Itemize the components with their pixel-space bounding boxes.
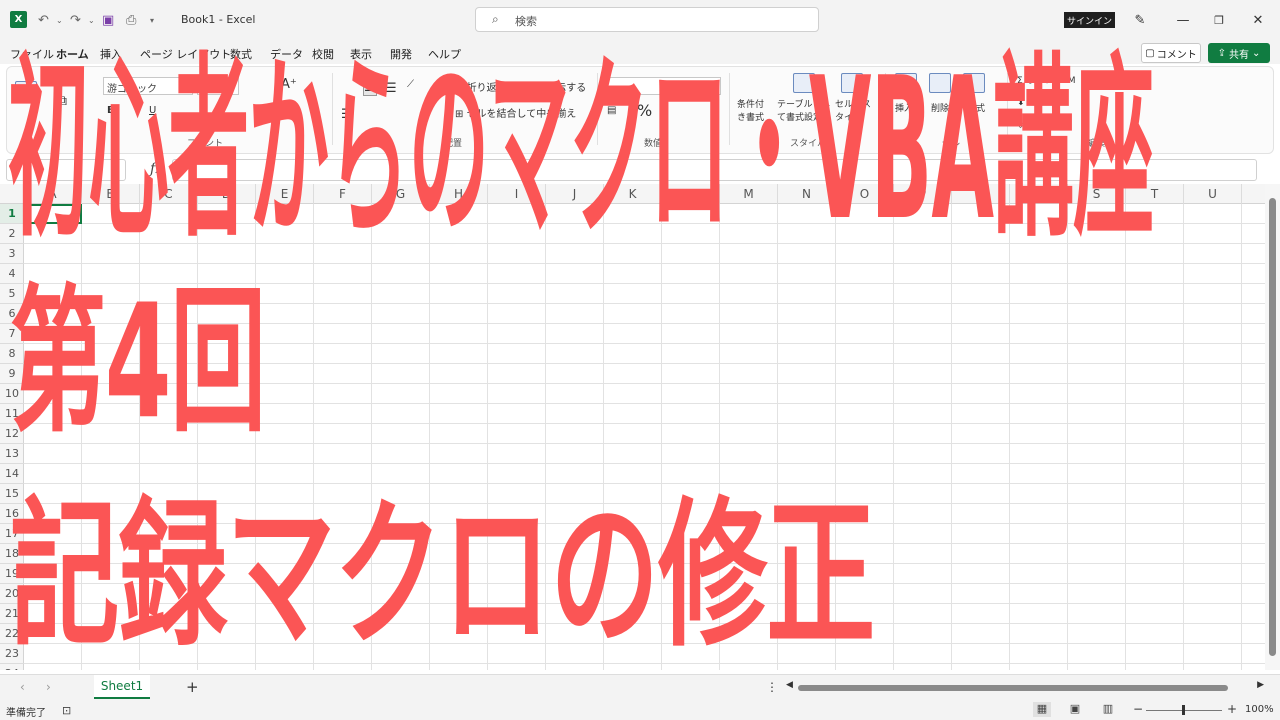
- share-icon: ⇪: [1217, 47, 1226, 59]
- share-dropdown-icon: ⌄: [1252, 47, 1261, 59]
- scroll-right-icon[interactable]: ▶: [1257, 680, 1264, 690]
- close-icon[interactable]: ✕: [1248, 10, 1268, 30]
- overlay-title-line1: 初心者からのマクロ・VBA講座: [8, 35, 1154, 264]
- status-bar: 準備完了 ⊡ ▦ ▣ ▥ − + 100%: [0, 700, 1280, 720]
- redo-icon[interactable]: ↷: [70, 10, 81, 30]
- undo-icon[interactable]: ↶: [38, 10, 49, 30]
- sheet-tab-sheet1[interactable]: Sheet1: [94, 675, 150, 699]
- add-sheet-icon[interactable]: +: [186, 678, 199, 696]
- share-label: 共有: [1229, 49, 1249, 61]
- accessibility-icon[interactable]: ⊡: [62, 704, 71, 717]
- search-placeholder: 検索: [515, 15, 537, 28]
- search-icon: ⌕: [492, 12, 499, 26]
- sheet-next-icon[interactable]: ›: [46, 680, 51, 694]
- customize-qat-icon[interactable]: ▾: [150, 10, 154, 30]
- signin-button[interactable]: サインイン: [1064, 12, 1115, 28]
- excel-logo-icon: X: [10, 11, 27, 28]
- title-bar: X ↶ ⌄ ↷ ⌄ ▣ ⎙ ▾ Book1 - Excel ⌕ 検索 サインイン…: [0, 0, 1280, 40]
- scroll-left-icon[interactable]: ◀: [786, 680, 793, 690]
- save-icon[interactable]: ▣: [102, 10, 114, 30]
- page-break-view-icon[interactable]: ▥: [1099, 702, 1117, 717]
- pen-icon[interactable]: ✎: [1130, 10, 1150, 30]
- sheet-prev-icon[interactable]: ‹: [20, 680, 25, 694]
- row-header-14[interactable]: 14: [0, 464, 24, 484]
- horizontal-scroll-thumb[interactable]: [798, 685, 1228, 691]
- column-header-u[interactable]: U: [1184, 184, 1242, 204]
- excel-window: X ↶ ⌄ ↷ ⌄ ▣ ⎙ ▾ Book1 - Excel ⌕ 検索 サインイン…: [0, 0, 1280, 720]
- vertical-scroll-thumb[interactable]: [1269, 198, 1276, 656]
- minimize-icon[interactable]: —: [1173, 10, 1193, 30]
- zoom-level[interactable]: 100%: [1245, 704, 1274, 715]
- print-preview-icon[interactable]: ⎙: [126, 10, 136, 30]
- horizontal-scrollbar[interactable]: ◀ ▶: [786, 680, 1264, 694]
- sheet-tab-bar: ‹ › Sheet1 + ⋮ ◀ ▶: [0, 674, 1280, 700]
- share-button[interactable]: ⇪ 共有 ⌄: [1208, 43, 1270, 63]
- restore-icon[interactable]: ❐: [1209, 10, 1229, 30]
- redo-dropdown-icon[interactable]: ⌄: [88, 10, 95, 30]
- normal-view-icon[interactable]: ▦: [1033, 702, 1051, 717]
- comment-label: コメント: [1156, 49, 1197, 61]
- document-title: Book1 - Excel: [181, 13, 256, 26]
- page-layout-view-icon[interactable]: ▣: [1066, 702, 1084, 717]
- zoom-in-icon[interactable]: +: [1227, 702, 1237, 716]
- overlay-title-line2: 第4回: [10, 271, 266, 455]
- undo-dropdown-icon[interactable]: ⌄: [56, 10, 63, 30]
- search-input[interactable]: ⌕ 検索: [475, 7, 819, 32]
- vertical-scrollbar[interactable]: [1265, 184, 1280, 670]
- more-options-icon[interactable]: ⋮: [766, 680, 778, 694]
- zoom-slider-knob[interactable]: [1182, 705, 1185, 715]
- overlay-title-line3: 記録マクロの修正: [10, 482, 875, 669]
- status-text: 準備完了: [6, 708, 46, 719]
- zoom-out-icon[interactable]: −: [1133, 702, 1143, 716]
